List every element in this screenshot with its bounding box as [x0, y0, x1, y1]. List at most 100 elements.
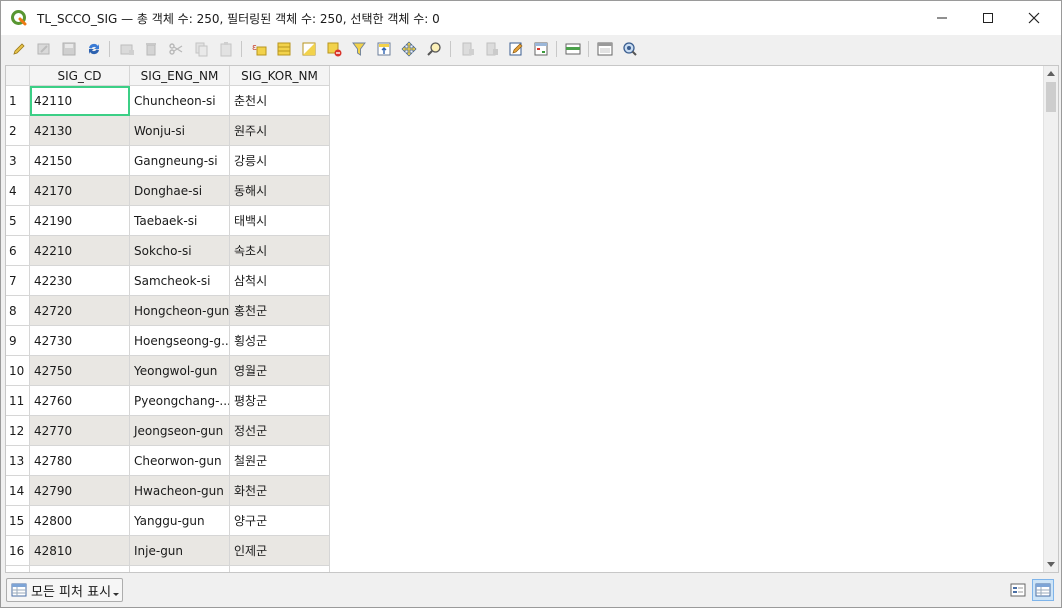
column-header-sig-kor-nm[interactable]: SIG_KOR_NM: [230, 66, 330, 86]
cell-sig-cd[interactable]: 42230: [30, 266, 130, 296]
title-bar[interactable]: TL_SCCO_SIG — 총 객체 수: 250, 필터링된 객체 수: 25…: [1, 1, 1061, 35]
row-number[interactable]: 12: [6, 416, 30, 446]
cell-sig-eng-nm[interactable]: Gangneung-si: [130, 146, 230, 176]
cell-sig-eng-nm[interactable]: Cheorwon-gun: [130, 446, 230, 476]
cell-sig-kor-nm[interactable]: 양구군: [230, 506, 330, 536]
move-selection-to-top-button[interactable]: [375, 40, 393, 58]
delete-features-button[interactable]: [142, 40, 160, 58]
cell-sig-eng-nm[interactable]: Wonju-si: [130, 116, 230, 146]
table-row[interactable]: 5 42190 Taebaek-si 태백시: [6, 206, 330, 236]
row-number[interactable]: 13: [6, 446, 30, 476]
form-view-button[interactable]: [1007, 579, 1029, 601]
toggle-editing-button[interactable]: [10, 40, 28, 58]
table-corner-button[interactable]: [6, 66, 30, 86]
toggle-multi-edit-button[interactable]: [35, 40, 53, 58]
reload-table-button[interactable]: [85, 40, 103, 58]
table-cell-empty[interactable]: [230, 566, 330, 572]
cell-sig-cd[interactable]: 42110: [30, 86, 130, 116]
cell-sig-eng-nm[interactable]: Pyeongchang-...: [130, 386, 230, 416]
filter-select-button[interactable]: [350, 40, 368, 58]
conditional-formatting-button[interactable]: [532, 40, 550, 58]
table-row[interactable]: 10 42750 Yeongwol-gun 영월군: [6, 356, 330, 386]
cell-sig-kor-nm[interactable]: 강릉시: [230, 146, 330, 176]
cell-sig-cd[interactable]: 42720: [30, 296, 130, 326]
table-row[interactable]: 11 42760 Pyeongchang-... 평창군: [6, 386, 330, 416]
invert-selection-button[interactable]: [300, 40, 318, 58]
cell-sig-eng-nm[interactable]: Chuncheon-si: [130, 86, 230, 116]
save-edits-button[interactable]: [60, 40, 78, 58]
table-row[interactable]: 4 42170 Donghae-si 동해시: [6, 176, 330, 206]
table-row-partial[interactable]: [6, 566, 330, 572]
cell-sig-cd[interactable]: 42760: [30, 386, 130, 416]
column-header-sig-eng-nm[interactable]: SIG_ENG_NM: [130, 66, 230, 86]
row-number[interactable]: 7: [6, 266, 30, 296]
feature-filter-dropdown[interactable]: 모든 피처 표시: [6, 578, 123, 602]
cell-sig-eng-nm[interactable]: Donghae-si: [130, 176, 230, 206]
cell-sig-cd[interactable]: 42730: [30, 326, 130, 356]
new-field-button[interactable]: [459, 40, 477, 58]
organize-columns-button[interactable]: [564, 40, 582, 58]
table-row[interactable]: 15 42800 Yanggu-gun 양구군: [6, 506, 330, 536]
cell-sig-kor-nm[interactable]: 정선군: [230, 416, 330, 446]
pan-to-selection-button[interactable]: [400, 40, 418, 58]
cell-sig-cd[interactable]: 42770: [30, 416, 130, 446]
field-calculator-button[interactable]: [507, 40, 525, 58]
dock-table-button[interactable]: [596, 40, 614, 58]
cell-sig-eng-nm[interactable]: Taebaek-si: [130, 206, 230, 236]
select-by-expression-button[interactable]: ε: [250, 40, 268, 58]
cell-sig-cd[interactable]: 42810: [30, 536, 130, 566]
column-header-sig-cd[interactable]: SIG_CD: [30, 66, 130, 86]
delete-field-button[interactable]: [483, 40, 501, 58]
attribute-table[interactable]: SIG_CD SIG_ENG_NM SIG_KOR_NM 1 42110 Chunc…: [5, 65, 1059, 573]
cell-sig-cd[interactable]: 42800: [30, 506, 130, 536]
cell-sig-kor-nm[interactable]: 횡성군: [230, 326, 330, 356]
cut-features-button[interactable]: [167, 40, 185, 58]
cell-sig-eng-nm[interactable]: Yanggu-gun: [130, 506, 230, 536]
cell-sig-cd[interactable]: 42790: [30, 476, 130, 506]
row-number[interactable]: 10: [6, 356, 30, 386]
cell-sig-kor-nm[interactable]: 철원군: [230, 446, 330, 476]
cell-sig-cd[interactable]: 42170: [30, 176, 130, 206]
cell-sig-eng-nm[interactable]: Yeongwol-gun: [130, 356, 230, 386]
row-number[interactable]: 14: [6, 476, 30, 506]
cell-sig-cd[interactable]: 42210: [30, 236, 130, 266]
cell-sig-eng-nm[interactable]: Hongcheon-gun: [130, 296, 230, 326]
cell-sig-cd[interactable]: 42750: [30, 356, 130, 386]
select-all-button[interactable]: [275, 40, 293, 58]
cell-sig-kor-nm[interactable]: 화천군: [230, 476, 330, 506]
close-button[interactable]: [1011, 1, 1057, 35]
table-row[interactable]: 14 42790 Hwacheon-gun 화천군: [6, 476, 330, 506]
table-row[interactable]: 2 42130 Wonju-si 원주시: [6, 116, 330, 146]
copy-features-button[interactable]: [192, 40, 210, 58]
table-cell-empty[interactable]: [30, 566, 130, 572]
table-row[interactable]: 6 42210 Sokcho-si 속초시: [6, 236, 330, 266]
cell-sig-cd[interactable]: 42130: [30, 116, 130, 146]
cell-sig-kor-nm[interactable]: 평창군: [230, 386, 330, 416]
row-number[interactable]: 16: [6, 536, 30, 566]
cell-sig-kor-nm[interactable]: 태백시: [230, 206, 330, 236]
table-row[interactable]: 3 42150 Gangneung-si 강릉시: [6, 146, 330, 176]
add-feature-button[interactable]: [118, 40, 136, 58]
table-cell-empty[interactable]: [130, 566, 230, 572]
table-row[interactable]: 9 42730 Hoengseong-g... 횡성군: [6, 326, 330, 356]
cell-sig-kor-nm[interactable]: 동해시: [230, 176, 330, 206]
table-view-button[interactable]: [1032, 579, 1054, 601]
cell-sig-kor-nm[interactable]: 삼척시: [230, 266, 330, 296]
table-row[interactable]: 7 42230 Samcheok-si 삼척시: [6, 266, 330, 296]
row-number[interactable]: 4: [6, 176, 30, 206]
cell-sig-eng-nm[interactable]: Samcheok-si: [130, 266, 230, 296]
cell-sig-cd[interactable]: 42780: [30, 446, 130, 476]
row-number[interactable]: 5: [6, 206, 30, 236]
row-number[interactable]: 2: [6, 116, 30, 146]
table-row[interactable]: 1 42110 Chuncheon-si 춘천시: [6, 86, 330, 116]
zoom-to-selection-button[interactable]: [425, 40, 443, 58]
row-number[interactable]: 8: [6, 296, 30, 326]
scroll-up-arrow-icon[interactable]: [1047, 71, 1055, 76]
table-row[interactable]: 8 42720 Hongcheon-gun 홍천군: [6, 296, 330, 326]
cell-sig-kor-nm[interactable]: 인제군: [230, 536, 330, 566]
cell-sig-eng-nm[interactable]: Jeongseon-gun: [130, 416, 230, 446]
deselect-all-button[interactable]: [325, 40, 343, 58]
table-row[interactable]: 13 42780 Cheorwon-gun 철원군: [6, 446, 330, 476]
minimize-button[interactable]: [919, 1, 965, 35]
cell-sig-kor-nm[interactable]: 춘천시: [230, 86, 330, 116]
